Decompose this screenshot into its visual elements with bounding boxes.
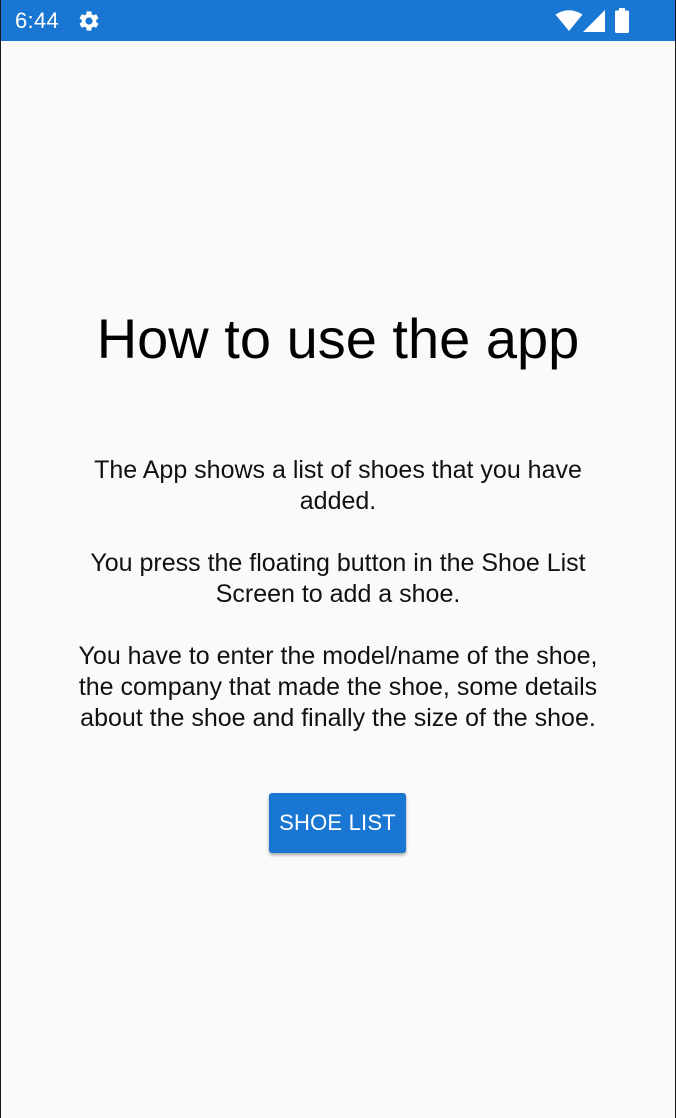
battery-icon <box>615 8 629 33</box>
shoe-list-button[interactable]: SHOE LIST <box>269 793 406 853</box>
instructions-text: The App shows a list of shoes that you h… <box>78 456 598 732</box>
status-bar: 6:44 <box>1 0 675 41</box>
status-time: 6:44 <box>15 8 60 33</box>
signal-icon <box>583 10 605 32</box>
page-title: How to use the app <box>96 307 580 370</box>
instructions-screen: 6:44 How to use the app The App shows a … <box>0 0 676 1118</box>
wifi-icon <box>555 10 583 31</box>
gear-icon <box>79 11 99 31</box>
